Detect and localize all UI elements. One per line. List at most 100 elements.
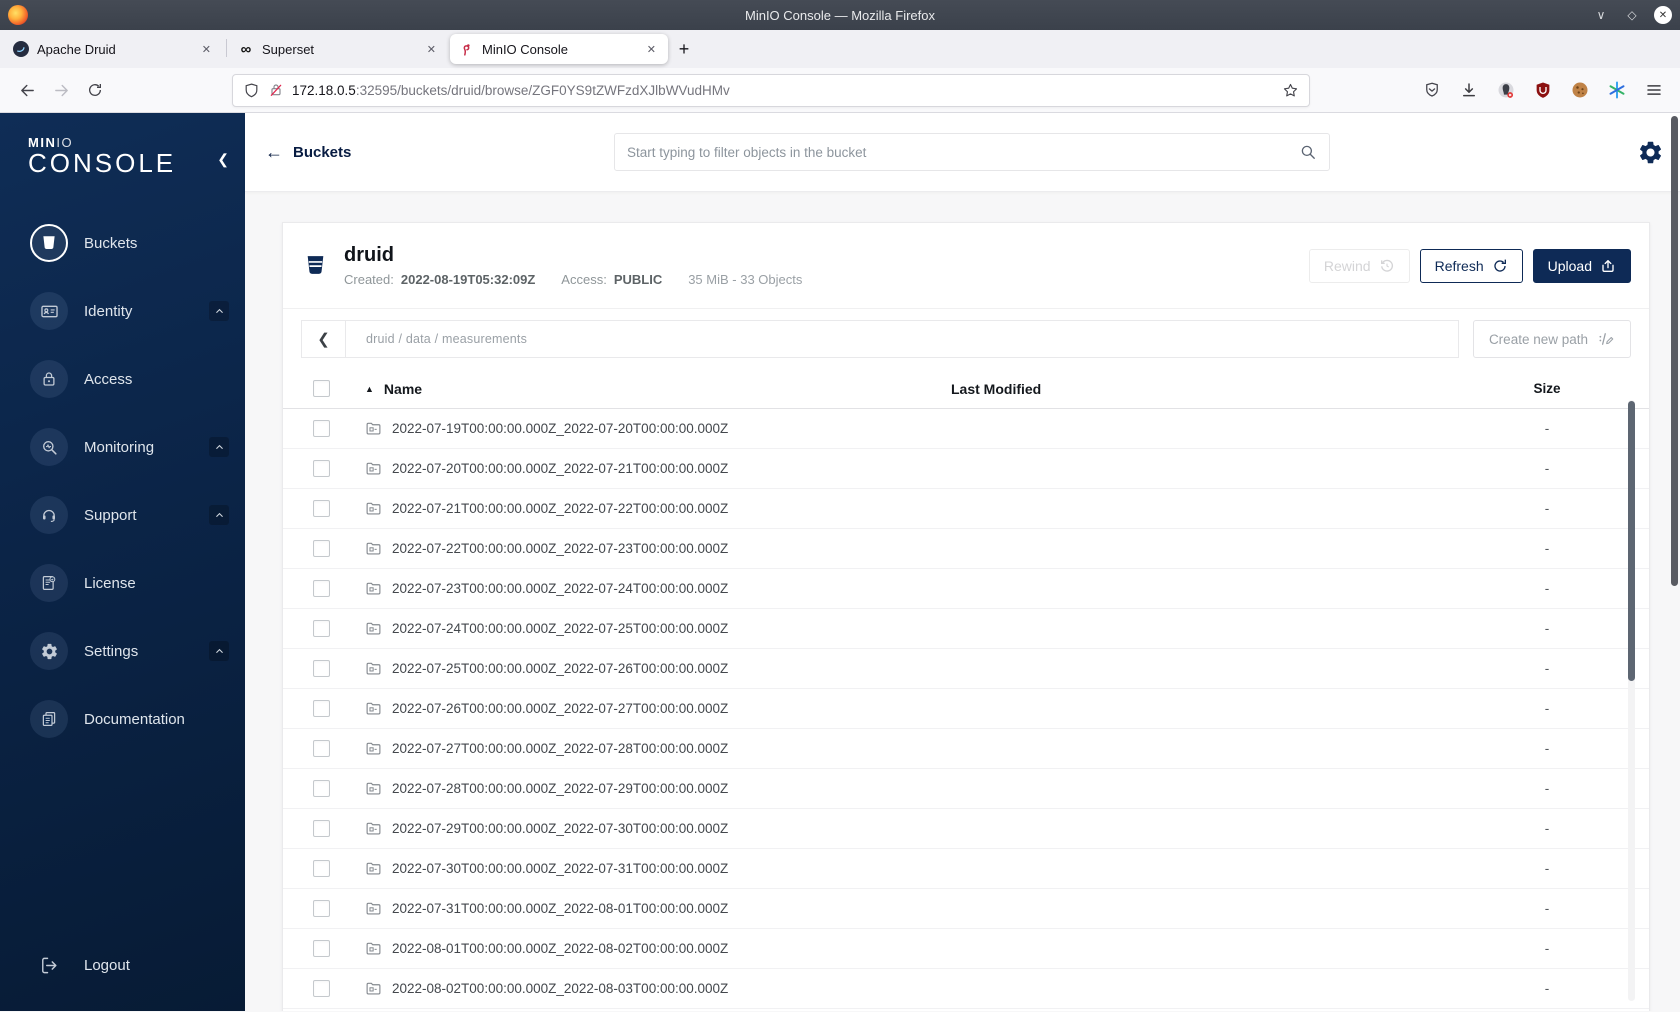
table-row[interactable]: 2022-07-20T00:00:00.000Z_2022-07-21T00:0… <box>283 449 1649 489</box>
lock-icon <box>30 360 68 398</box>
table-row[interactable]: 2022-07-21T00:00:00.000Z_2022-07-22T00:0… <box>283 489 1649 529</box>
row-checkbox[interactable] <box>312 940 330 957</box>
rewind-button[interactable]: Rewind <box>1308 248 1410 283</box>
row-size: - <box>1544 421 1550 436</box>
table-row[interactable]: 2022-07-27T00:00:00.000Z_2022-07-28T00:0… <box>283 729 1649 769</box>
sidebar-item-monitoring[interactable]: Monitoring <box>0 413 245 481</box>
row-checkbox[interactable] <box>312 460 330 477</box>
cookie-extension-icon[interactable] <box>1570 80 1590 100</box>
reload-button[interactable] <box>80 75 110 105</box>
search-input[interactable] <box>627 144 1299 160</box>
row-checkbox[interactable] <box>312 420 330 437</box>
bookmark-star-icon[interactable] <box>1282 82 1299 99</box>
tab-separator <box>226 39 227 57</box>
sort-asc-icon[interactable]: ▲ <box>365 384 374 394</box>
breadcrumb[interactable]: druid / data / measurements <box>366 332 527 346</box>
sidebar-item-settings[interactable]: Settings <box>0 617 245 685</box>
refresh-button[interactable]: Refresh <box>1419 248 1523 283</box>
url-bar[interactable]: 172.18.0.5:32595/buckets/druid/browse/ZG… <box>232 73 1310 107</box>
table-row[interactable]: 2022-07-24T00:00:00.000Z_2022-07-25T00:0… <box>283 609 1649 649</box>
row-checkbox[interactable] <box>312 580 330 597</box>
table-row[interactable]: 2022-08-02T00:00:00.000Z_2022-08-03T00:0… <box>283 969 1649 1009</box>
sidebar-item-support[interactable]: Support <box>0 481 245 549</box>
window-maximize-button[interactable]: ◇ <box>1623 6 1641 24</box>
row-checkbox[interactable] <box>312 900 330 917</box>
window-minimize-button[interactable]: ∨ <box>1592 6 1610 24</box>
path-back-button[interactable]: ❮ <box>302 321 346 357</box>
row-checkbox[interactable] <box>312 500 330 517</box>
table-row[interactable]: 2022-07-25T00:00:00.000Z_2022-07-26T00:0… <box>283 649 1649 689</box>
sidebar-item-logout[interactable]: Logout <box>0 931 245 999</box>
chevron-up-icon[interactable] <box>209 505 229 525</box>
snowflake-extension-icon[interactable] <box>1607 80 1627 100</box>
minio-flamingo-icon <box>458 41 474 57</box>
tab-superset[interactable]: ∞ Superset ✕ <box>230 34 448 64</box>
sidebar-item-license[interactable]: License <box>0 549 245 617</box>
table-row[interactable]: 2022-07-29T00:00:00.000Z_2022-07-30T00:0… <box>283 809 1649 849</box>
sidebar-item-buckets[interactable]: Buckets <box>0 209 245 277</box>
table-row[interactable]: 2022-07-26T00:00:00.000Z_2022-07-27T00:0… <box>283 689 1649 729</box>
back-to-buckets-link[interactable]: ← Buckets <box>265 142 351 163</box>
chevron-up-icon[interactable] <box>209 301 229 321</box>
tab-minio-console[interactable]: MinIO Console ✕ <box>450 34 668 64</box>
row-checkbox[interactable] <box>312 860 330 877</box>
menu-hamburger-icon[interactable] <box>1644 80 1664 100</box>
folder-icon <box>365 740 382 757</box>
extension-icon[interactable] <box>1496 80 1516 100</box>
page-header: ← Buckets <box>245 113 1680 192</box>
column-header-size[interactable]: Size <box>1487 381 1607 396</box>
new-tab-button[interactable]: + <box>669 34 699 64</box>
table-row[interactable]: 2022-08-01T00:00:00.000Z_2022-08-02T00:0… <box>283 929 1649 969</box>
tracking-shield-icon[interactable] <box>243 82 260 99</box>
url-text[interactable]: 172.18.0.5:32595/buckets/druid/browse/ZG… <box>292 83 1282 98</box>
row-checkbox[interactable] <box>312 540 330 557</box>
browser-scrollbar-thumb[interactable] <box>1671 116 1678 586</box>
row-checkbox[interactable] <box>312 820 330 837</box>
forward-button[interactable] <box>46 75 76 105</box>
bucket-settings-gear-icon[interactable] <box>1637 139 1664 166</box>
folder-icon <box>365 620 382 637</box>
row-checkbox[interactable] <box>312 980 330 997</box>
column-header-last-modified[interactable]: Last Modified <box>927 381 1487 397</box>
folder-icon <box>365 660 382 677</box>
ublock-origin-icon[interactable] <box>1533 80 1553 100</box>
row-checkbox[interactable] <box>312 740 330 757</box>
insecure-lock-icon[interactable] <box>268 82 284 98</box>
sidebar-item-access[interactable]: Access <box>0 345 245 413</box>
tab-close-icon[interactable]: ✕ <box>643 41 660 58</box>
pocket-shield-icon[interactable] <box>1422 80 1442 100</box>
back-button[interactable] <box>12 75 42 105</box>
row-checkbox[interactable] <box>312 620 330 637</box>
table-scrollbar-thumb[interactable] <box>1628 401 1635 681</box>
downloads-icon[interactable] <box>1459 80 1479 100</box>
select-all-checkbox[interactable] <box>312 380 330 397</box>
row-checkbox[interactable] <box>312 780 330 797</box>
bucket-name: druid <box>344 244 394 266</box>
sidebar-collapse-icon[interactable]: ❮ <box>217 151 229 168</box>
column-header-name[interactable]: Name <box>384 381 422 397</box>
create-new-path-button[interactable]: Create new path <box>1472 320 1631 358</box>
folder-icon <box>365 860 382 877</box>
upload-button[interactable]: Upload <box>1532 248 1631 283</box>
tab-apache-druid[interactable]: Apache Druid ✕ <box>5 34 223 64</box>
sidebar-item-documentation[interactable]: Documentation <box>0 685 245 753</box>
table-row[interactable]: 2022-07-30T00:00:00.000Z_2022-07-31T00:0… <box>283 849 1649 889</box>
sidebar-item-identity[interactable]: Identity <box>0 277 245 345</box>
chevron-up-icon[interactable] <box>209 641 229 661</box>
url-path: :32595/buckets/druid/browse/ZGF0YS9tZWFz… <box>355 82 730 98</box>
object-filter-search[interactable] <box>614 133 1330 171</box>
table-row[interactable]: 2022-07-19T00:00:00.000Z_2022-07-20T00:0… <box>283 409 1649 449</box>
row-checkbox[interactable] <box>312 700 330 717</box>
window-close-button[interactable]: ✕ <box>1654 6 1672 24</box>
breadcrumb-container: ❮ druid / data / measurements <box>301 320 1459 358</box>
table-row[interactable]: 2022-07-31T00:00:00.000Z_2022-08-01T00:0… <box>283 889 1649 929</box>
tab-close-icon[interactable]: ✕ <box>423 41 440 58</box>
table-row[interactable]: 2022-07-28T00:00:00.000Z_2022-07-29T00:0… <box>283 769 1649 809</box>
row-size: - <box>1544 621 1550 636</box>
table-row[interactable]: 2022-07-23T00:00:00.000Z_2022-07-24T00:0… <box>283 569 1649 609</box>
row-checkbox[interactable] <box>312 660 330 677</box>
tab-close-icon[interactable]: ✕ <box>198 41 215 58</box>
chevron-up-icon[interactable] <box>209 437 229 457</box>
row-size: - <box>1544 541 1550 556</box>
table-row[interactable]: 2022-07-22T00:00:00.000Z_2022-07-23T00:0… <box>283 529 1649 569</box>
